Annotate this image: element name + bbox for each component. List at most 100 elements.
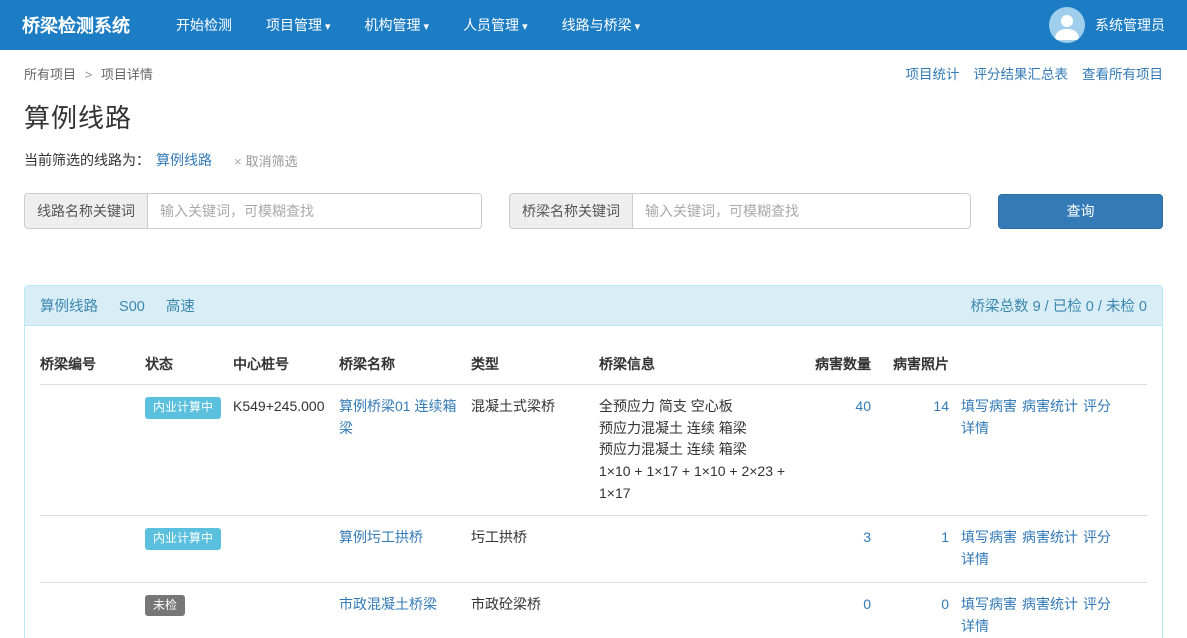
column-header: 桥梁编号	[40, 342, 145, 385]
nav-item-开始检测[interactable]: 开始检测	[176, 15, 232, 35]
bridge-info-line: 全预应力 简支 空心板	[599, 396, 799, 418]
page-title: 算例线路	[24, 98, 1163, 135]
cell-status: 内业计算中	[145, 385, 233, 516]
cell-bridge-no	[40, 385, 145, 516]
cell-status: 未检	[145, 582, 233, 638]
header-links: 项目统计评分结果汇总表查看所有项目	[892, 63, 1164, 83]
header-link-项目统计[interactable]: 项目统计	[906, 67, 960, 82]
user-icon	[1049, 7, 1085, 43]
cell-bridge-name: 市政混凝土桥梁	[339, 582, 471, 638]
status-badge: 内业计算中	[145, 397, 221, 419]
action-link-评分[interactable]: 评分	[1083, 529, 1111, 545]
header-link-评分结果汇总表[interactable]: 评分结果汇总表	[974, 67, 1069, 82]
cell-bridge-name: 算例圬工拱桥	[339, 516, 471, 582]
line-grade: 高速	[166, 299, 195, 315]
query-button[interactable]: 查询	[998, 194, 1163, 229]
cell-bridge-info	[599, 516, 811, 582]
cell-stake	[233, 516, 339, 582]
bridge-keyword-group: 桥梁名称关键词	[509, 193, 971, 229]
user-menu[interactable]: 系统管理员	[1049, 7, 1165, 43]
filter-value-link[interactable]: 算例线路	[156, 150, 212, 170]
chevron-down-icon: ▾	[522, 21, 528, 33]
search-toolbar: 线路名称关键词 桥梁名称关键词 查询	[24, 193, 1163, 229]
action-link-详情[interactable]: 详情	[961, 420, 989, 436]
bridge-count-summary: 桥梁总数 9 / 已检 0 / 未检 0	[971, 295, 1147, 316]
action-link-填写病害[interactable]: 填写病害	[961, 596, 1017, 612]
user-name: 系统管理员	[1095, 15, 1165, 35]
line-keyword-input[interactable]	[147, 193, 482, 229]
avatar[interactable]	[1049, 7, 1085, 43]
column-header	[961, 342, 1147, 385]
line-name: 算例线路	[40, 299, 98, 315]
bridge-info-line: 预应力混凝土 连续 箱梁	[599, 418, 799, 440]
bridge-info-line: 预应力混凝土 连续 箱梁	[599, 439, 799, 461]
cell-defect-count: 3	[811, 516, 883, 582]
action-link-病害统计[interactable]: 病害统计	[1022, 596, 1078, 612]
column-header: 中心桩号	[233, 342, 339, 385]
table-row: 未检 市政混凝土桥梁 市政砼梁桥 0 0 填写病害病害统计评分详情	[40, 582, 1147, 638]
bridge-keyword-input[interactable]	[632, 193, 971, 229]
column-header: 桥梁名称	[339, 342, 471, 385]
column-header: 类型	[471, 342, 599, 385]
status-badge: 内业计算中	[145, 528, 221, 550]
bridge-name-link[interactable]: 算例圬工拱桥	[339, 529, 423, 545]
panel-title: 算例线路 S00 高速	[40, 295, 212, 316]
line-code: S00	[119, 299, 145, 315]
nav-item-线路与桥梁[interactable]: 线路与桥梁▾	[562, 15, 641, 35]
photo-count-link[interactable]: 1	[941, 529, 949, 545]
panel-body: 桥梁编号状态中心桩号桥梁名称类型桥梁信息病害数量病害照片 内业计算中 K549+2…	[25, 326, 1162, 638]
table-header-row: 桥梁编号状态中心桩号桥梁名称类型桥梁信息病害数量病害照片	[40, 342, 1147, 385]
action-link-填写病害[interactable]: 填写病害	[961, 529, 1017, 545]
action-link-病害统计[interactable]: 病害统计	[1022, 398, 1078, 414]
chevron-down-icon: ▾	[424, 21, 430, 33]
line-keyword-label: 线路名称关键词	[24, 193, 147, 229]
bridge-name-link[interactable]: 算例桥梁01 连续箱梁	[339, 398, 456, 436]
app-brand[interactable]: 桥梁检测系统	[22, 12, 130, 38]
header-link-查看所有项目[interactable]: 查看所有项目	[1082, 67, 1163, 82]
photo-count-link[interactable]: 14	[933, 398, 949, 414]
cell-bridge-name: 算例桥梁01 连续箱梁	[339, 385, 471, 516]
action-link-评分[interactable]: 评分	[1083, 596, 1111, 612]
nav-item-机构管理[interactable]: 机构管理▾	[365, 15, 430, 35]
table-row: 内业计算中K549+245.000算例桥梁01 连续箱梁混凝土式梁桥全预应力 简…	[40, 385, 1147, 516]
nav-item-项目管理[interactable]: 项目管理▾	[266, 15, 331, 35]
top-navbar: 桥梁检测系统 开始检测 项目管理▾ 机构管理▾ 人员管理▾ 线路与桥梁▾ 系统管理员	[0, 0, 1187, 50]
close-icon: ×	[234, 154, 242, 169]
cell-actions: 填写病害病害统计评分详情	[961, 385, 1147, 516]
bridge-table: 桥梁编号状态中心桩号桥梁名称类型桥梁信息病害数量病害照片 内业计算中 K549+2…	[40, 342, 1147, 638]
main-nav: 开始检测 项目管理▾ 机构管理▾ 人员管理▾ 线路与桥梁▾	[142, 15, 640, 35]
filter-label: 当前筛选的线路为：	[24, 150, 150, 170]
action-link-详情[interactable]: 详情	[961, 551, 989, 567]
status-badge: 未检	[145, 595, 185, 617]
photo-count-link[interactable]: 0	[941, 596, 949, 612]
breadcrumb: 所有项目 > 项目详情	[24, 64, 153, 83]
cell-bridge-no	[40, 516, 145, 582]
clear-filter-label: 取消筛选	[246, 154, 298, 169]
defect-count-link[interactable]: 0	[863, 596, 871, 612]
panel-heading: 算例线路 S00 高速 桥梁总数 9 / 已检 0 / 未检 0	[25, 286, 1162, 326]
chevron-down-icon: ▾	[635, 21, 641, 33]
cell-bridge-info: 全预应力 简支 空心板预应力混凝土 连续 箱梁预应力混凝土 连续 箱梁1×10 …	[599, 385, 811, 516]
bridge-name-link[interactable]: 市政混凝土桥梁	[339, 596, 437, 612]
cell-status: 内业计算中	[145, 516, 233, 582]
cell-bridge-type: 市政砼梁桥	[471, 582, 599, 638]
cell-defect-count: 40	[811, 385, 883, 516]
cell-bridge-no	[40, 582, 145, 638]
line-keyword-group: 线路名称关键词	[24, 193, 482, 229]
clear-filter-link[interactable]: × 取消筛选	[234, 151, 298, 170]
cell-actions: 填写病害病害统计评分详情	[961, 582, 1147, 638]
cell-defect-count: 0	[811, 582, 883, 638]
action-link-填写病害[interactable]: 填写病害	[961, 398, 1017, 414]
defect-count-link[interactable]: 3	[863, 529, 871, 545]
cell-bridge-info	[599, 582, 811, 638]
nav-item-人员管理[interactable]: 人员管理▾	[463, 15, 528, 35]
breadcrumb-all-projects[interactable]: 所有项目	[24, 67, 76, 82]
cell-photo-count: 14	[883, 385, 961, 516]
action-link-详情[interactable]: 详情	[961, 618, 989, 634]
action-link-病害统计[interactable]: 病害统计	[1022, 529, 1078, 545]
action-link-评分[interactable]: 评分	[1083, 398, 1111, 414]
cell-bridge-type: 圬工拱桥	[471, 516, 599, 582]
chevron-down-icon: ▾	[325, 21, 331, 33]
defect-count-link[interactable]: 40	[855, 398, 871, 414]
cell-stake: K549+245.000	[233, 385, 339, 516]
